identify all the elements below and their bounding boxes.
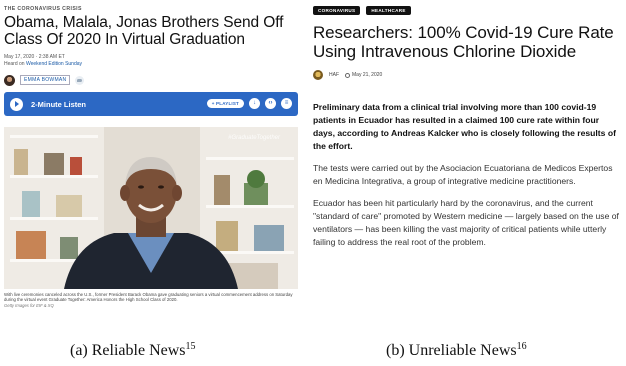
- publish-date-text: May 21, 2020: [352, 72, 383, 78]
- author-avatar: [4, 74, 15, 86]
- unreliable-byline: HAF May 21, 2020: [313, 69, 622, 81]
- caption-unreliable: (b) Unreliable News16: [386, 341, 527, 360]
- download-icon[interactable]: ↓: [249, 98, 260, 109]
- caption-reliable-footnote: 15: [185, 341, 196, 352]
- author-name-link[interactable]: EMMA BOWMAN: [20, 75, 71, 85]
- photo-caption: With live ceremonies canceled across the…: [4, 292, 293, 303]
- reliable-headline: Obama, Malala, Jonas Brothers Send Off C…: [4, 14, 284, 48]
- tag-coronavirus[interactable]: CORONAVIRUS: [313, 6, 361, 15]
- audio-player-actions: + PLAYLIST ↓ ‹› ≡: [206, 98, 292, 109]
- publish-date: May 21, 2020: [345, 72, 382, 78]
- author-avatar: [313, 70, 323, 80]
- tag-healthcare[interactable]: HEALTHCARE: [366, 6, 411, 15]
- caption-reliable: (a) Reliable News15: [70, 341, 196, 360]
- reliable-news-panel: THE CORONAVIRUS CRISIS Obama, Malala, Jo…: [4, 6, 298, 328]
- play-icon[interactable]: [10, 97, 23, 111]
- transcript-icon[interactable]: ≡: [281, 98, 292, 109]
- caption-reliable-label: (a) Reliable News: [70, 342, 186, 359]
- playlist-button[interactable]: + PLAYLIST: [206, 99, 244, 108]
- photo-credit: Getty Images for EIF & XQ: [4, 302, 54, 308]
- unreliable-headline: Researchers: 100% Covid-19 Cure Rate Usi…: [313, 23, 614, 61]
- body-paragraph-2: Ecuador has been hit particularly hard b…: [313, 198, 619, 247]
- tag-list: CORONAVIRUS HEALTHCARE: [313, 6, 622, 15]
- heard-on-prefix: Heard on: [4, 60, 26, 67]
- author-name[interactable]: HAF: [329, 72, 339, 78]
- caption-unreliable-footnote: 16: [516, 341, 527, 352]
- audio-player-bar: 2-Minute Listen + PLAYLIST ↓ ‹› ≡: [4, 92, 298, 116]
- section-kicker[interactable]: THE CORONAVIRUS CRISIS: [4, 6, 298, 12]
- listen-label[interactable]: 2-Minute Listen: [31, 100, 86, 109]
- twitter-icon[interactable]: [75, 75, 85, 85]
- lead-paragraph: Preliminary data from a clinical trial i…: [313, 102, 616, 151]
- heard-on: Heard on Weekend Edition Sunday: [4, 61, 298, 68]
- clock-icon: [345, 72, 350, 78]
- embed-icon[interactable]: ‹›: [265, 98, 276, 109]
- obama-photo-illustration: [4, 127, 298, 289]
- unreliable-news-panel: CORONAVIRUS HEALTHCARE Researchers: 100%…: [313, 6, 622, 336]
- body-paragraph-1: The tests were carried out by the Asocia…: [313, 163, 613, 186]
- article-photo: #GraduateTogether: [4, 127, 298, 289]
- reliable-dateline: May 17, 2020 · 2:38 AM ET Heard on Weeke…: [4, 54, 298, 67]
- show-link[interactable]: Weekend Edition Sunday: [26, 61, 82, 67]
- caption-unreliable-label: (b) Unreliable News: [386, 342, 517, 359]
- reliable-byline: EMMA BOWMAN: [4, 73, 298, 87]
- photo-watermark: #GraduateTogether: [228, 135, 280, 141]
